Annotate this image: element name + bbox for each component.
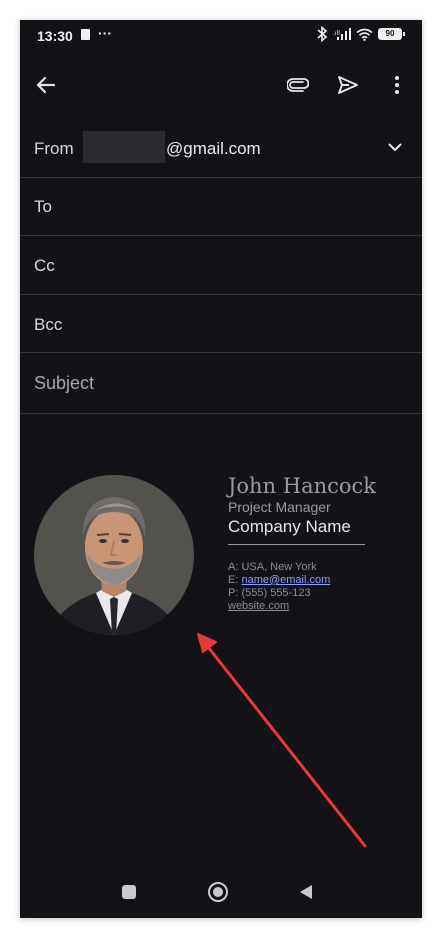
home-circle-icon[interactable]: [208, 882, 228, 902]
system-nav-bar: [20, 866, 422, 918]
phone-screen: 13:30 ··· .ıll 90 From @gmail.com To Cc …: [20, 20, 422, 918]
back-triangle-icon[interactable]: [299, 884, 313, 900]
annotation-arrow: [197, 633, 367, 848]
recents-square-icon[interactable]: [122, 885, 136, 899]
